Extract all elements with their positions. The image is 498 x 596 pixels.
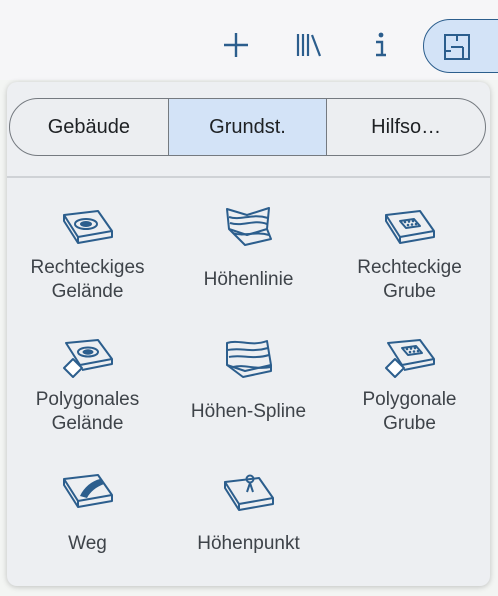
tool-label: Höhen-Spline [190, 401, 307, 422]
tab-hilfsobjekte[interactable]: Hilfso… [327, 99, 485, 155]
tool-panel: Gebäude Grundst. Hilfso… Rechteckiges Ge… [7, 82, 490, 586]
tool-contour-line[interactable]: Höhenlinie [168, 200, 329, 332]
tool-polygon-pit[interactable]: Polygonale Grube [329, 332, 490, 464]
tool-rect-pit[interactable]: Rechteckige Grube [329, 200, 490, 332]
path-icon [62, 474, 113, 508]
info-button[interactable] [355, 20, 405, 70]
add-button[interactable] [211, 20, 261, 70]
library-icon [296, 34, 322, 57]
tab-grundstueck[interactable]: Grundst. [168, 99, 328, 155]
tool-polygon-terrain[interactable]: Polygonales Gelände [7, 332, 168, 464]
polygon-pit-icon [384, 339, 435, 378]
floor-plan-button[interactable] [423, 19, 498, 73]
tool-elevation-point[interactable]: Höhenpunkt [168, 464, 329, 596]
tool-label: Weg [68, 533, 107, 554]
category-tabs: Gebäude Grundst. Hilfso… [9, 98, 486, 156]
tool-grid: Rechteckiges Gelände Höhenlinie Rechteck… [7, 200, 490, 596]
tab-gebaeude[interactable]: Gebäude [10, 99, 169, 155]
tool-label: Höhenlinie [203, 269, 294, 290]
tool-label: Polygonale Grube [362, 389, 457, 434]
tool-rect-terrain[interactable]: Rechteckiges Gelände [7, 200, 168, 332]
polygon-terrain-icon [62, 339, 113, 378]
plus-icon [224, 33, 248, 57]
elevation-point-icon [223, 474, 274, 511]
tool-label: Rechteckige Grube [357, 257, 462, 302]
rect-terrain-icon [62, 210, 113, 244]
elevation-spline-icon [225, 340, 272, 378]
tool-label: Polygonales Gelände [35, 389, 140, 434]
tool-elevation-spline[interactable]: Höhen-Spline [168, 332, 329, 464]
contour-line-icon [225, 207, 272, 246]
info-icon [376, 32, 386, 57]
library-button[interactable] [284, 20, 334, 70]
floor-plan-icon [444, 34, 470, 60]
tool-label: Rechteckiges Gelände [30, 257, 145, 302]
tool-label: Höhenpunkt [197, 533, 300, 554]
top-toolbar [0, 0, 498, 80]
tool-path[interactable]: Weg [7, 464, 168, 596]
rect-pit-icon [384, 210, 435, 244]
divider [7, 176, 490, 178]
